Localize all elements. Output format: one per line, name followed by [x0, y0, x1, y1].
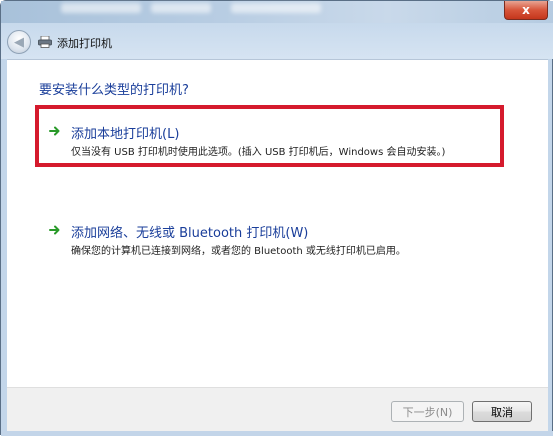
page-heading: 要安装什么类型的打印机? [39, 83, 189, 98]
close-button[interactable]: x [504, 1, 548, 20]
option-description: 确保您的计算机已连接到网络，或者您的 Bluetooth 或无线打印机已启用。 [71, 246, 406, 257]
blurred-title-region [231, 3, 321, 13]
printer-icon [38, 36, 52, 48]
navigation-bar: ◀ 添加打印机 [1, 23, 553, 59]
blurred-title-region [151, 3, 211, 13]
green-arrow-icon [49, 225, 60, 235]
window-frame-bottom [1, 431, 553, 436]
add-printer-window: x ◀ 添加打印机 要安装什么类型的打印机? 添加本地打印机(L) 仅当没有 U… [0, 0, 553, 436]
wizard-footer: 下一步(N) 取消 [7, 387, 548, 432]
title-bar[interactable]: x [1, 1, 553, 23]
back-button[interactable]: ◀ [7, 30, 31, 54]
blurred-title-region [61, 3, 141, 13]
next-button[interactable]: 下一步(N) [391, 401, 464, 422]
option-description: 仅当没有 USB 打印机时使用此选项。(插入 USB 打印机后，Windows … [71, 147, 446, 158]
cancel-button[interactable]: 取消 [472, 401, 532, 422]
window-title: 添加打印机 [57, 37, 112, 50]
back-arrow-icon: ◀ [14, 34, 24, 50]
option-title[interactable]: 添加本地打印机(L) [71, 123, 179, 142]
close-icon: x [522, 3, 530, 17]
wizard-content: 要安装什么类型的打印机? 添加本地打印机(L) 仅当没有 USB 打印机时使用此… [7, 59, 548, 387]
green-arrow-icon [49, 126, 60, 136]
option-title[interactable]: 添加网络、无线或 Bluetooth 打印机(W) [71, 222, 308, 241]
